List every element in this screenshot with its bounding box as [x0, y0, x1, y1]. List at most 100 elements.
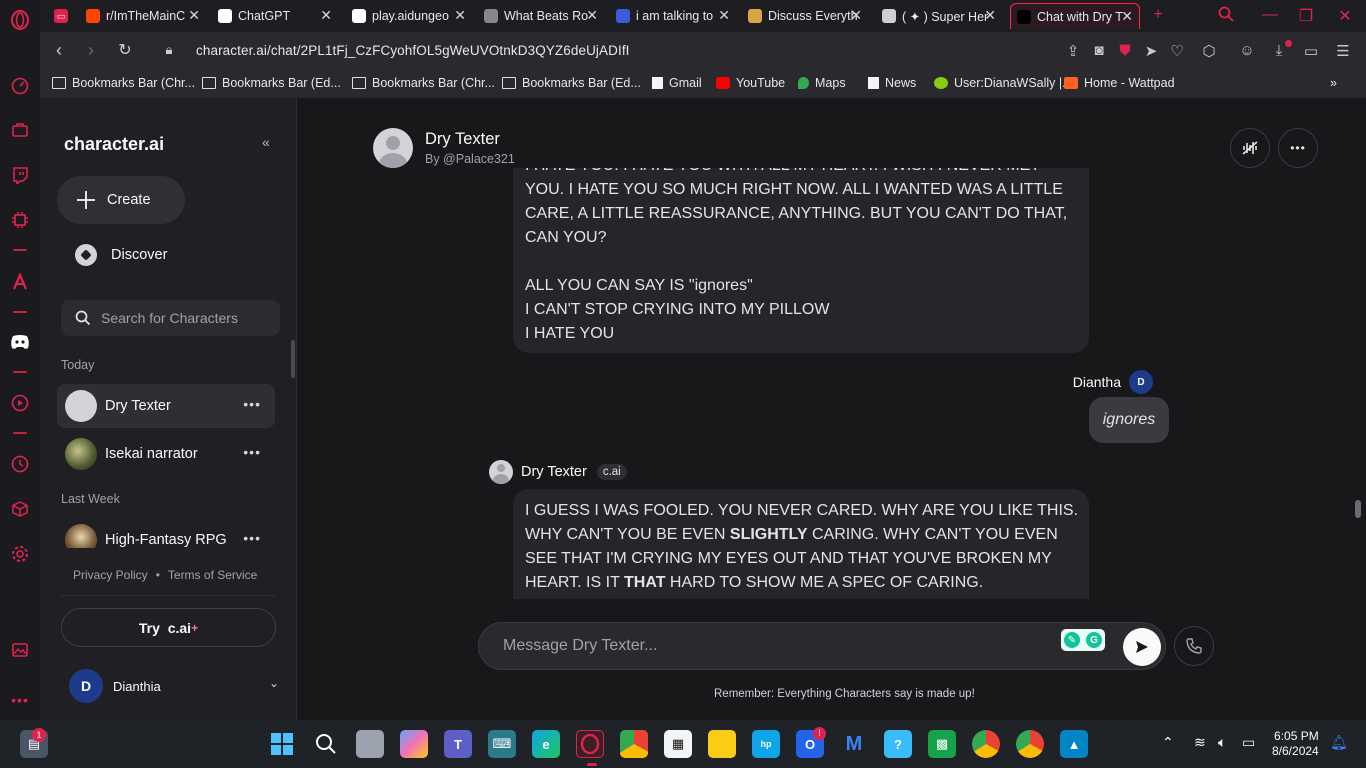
close-tab-icon[interactable]: ✕ — [850, 7, 862, 24]
creator-handle[interactable]: By @Palace321 — [425, 152, 515, 166]
cube-icon[interactable] — [8, 497, 32, 521]
tab-roblox[interactable]: ( ✦ ) Super Her ✕ — [876, 3, 1002, 29]
tab-reddit-icon[interactable]: ▭ — [48, 3, 80, 29]
teams-icon[interactable]: T — [444, 730, 472, 758]
new-tab-button[interactable]: + — [1148, 6, 1168, 24]
bookmark-item[interactable]: Home - Wattpad — [1064, 76, 1175, 90]
camera-icon[interactable]: ◙ — [1090, 42, 1108, 59]
profile-icon[interactable]: ☺ — [1238, 42, 1256, 59]
bookmark-item[interactable]: Bookmarks Bar (Chr... — [352, 76, 495, 90]
aria-icon[interactable] — [8, 270, 32, 294]
forward-button[interactable]: › — [80, 40, 102, 61]
voice-off-button[interactable] — [1230, 128, 1270, 168]
chrome-profile-icon[interactable] — [972, 730, 1000, 758]
terms-of-service-link[interactable]: Terms of Service — [168, 568, 257, 582]
share-icon[interactable]: ⇪ — [1064, 42, 1082, 60]
task-view-icon[interactable] — [356, 730, 384, 758]
app-logo[interactable]: character.ai — [64, 134, 164, 155]
microsoft-store-icon[interactable]: ▦ — [664, 730, 692, 758]
back-button[interactable]: ‹ — [48, 40, 70, 61]
sidebar-chat-dry-texter[interactable]: Dry Texter ••• — [57, 384, 275, 428]
tab-reddit[interactable]: r/ImTheMainC ✕ — [80, 3, 206, 29]
copilot-icon[interactable] — [400, 730, 428, 758]
easy-setup-icon[interactable]: ☰ — [1334, 42, 1352, 60]
tab-chatgpt[interactable]: ChatGPT ✕ — [212, 3, 338, 29]
extensions-cube-icon[interactable]: ⬡ — [1200, 42, 1218, 60]
grammarly-widget[interactable]: ✎ G — [1061, 629, 1105, 651]
help-icon[interactable]: ? — [884, 730, 912, 758]
bookmark-item[interactable]: News — [868, 76, 916, 90]
twitch-icon[interactable] — [8, 163, 32, 187]
chat-options-icon[interactable]: ••• — [243, 530, 261, 546]
photos-icon[interactable]: ▲ — [1060, 730, 1088, 758]
send-button[interactable] — [1123, 628, 1161, 666]
bookmark-item[interactable]: Gmail — [652, 76, 702, 90]
gallery-icon[interactable] — [8, 638, 32, 662]
opera-logo-icon[interactable] — [8, 8, 32, 32]
user-menu[interactable]: D Dianthia ⌄ — [69, 668, 279, 704]
adblock-shield-icon[interactable]: ⛊ — [1116, 42, 1134, 59]
character-avatar[interactable] — [373, 128, 413, 168]
discover-link[interactable]: Discover — [75, 244, 167, 266]
try-cai-plus-button[interactable]: Try c.ai + — [61, 608, 276, 647]
notification-bell-icon[interactable]: 🔔︎ — [1330, 734, 1348, 751]
sidebar-chat-high-fantasy-rpg[interactable]: High-Fantasy RPG ••• — [57, 518, 275, 548]
tab-rock[interactable]: What Beats Ro ✕ — [478, 3, 604, 29]
chat-scrollbar[interactable] — [1355, 500, 1361, 518]
send-flow-icon[interactable]: ➤ — [1142, 42, 1160, 60]
close-tab-icon[interactable]: ✕ — [188, 7, 200, 24]
create-button[interactable]: Create — [57, 176, 185, 224]
speed-dial-icon[interactable] — [8, 74, 32, 98]
bookmark-item[interactable]: Bookmarks Bar (Chr... — [52, 76, 195, 90]
tray-overflow-icon[interactable]: ⌃ — [1162, 734, 1174, 751]
close-tab-icon[interactable]: ✕ — [1121, 8, 1133, 25]
bookmark-item[interactable]: Bookmarks Bar (Ed... — [202, 76, 341, 90]
search-tabs-icon[interactable] — [1216, 6, 1236, 27]
chip-icon[interactable] — [8, 208, 32, 232]
close-tab-icon[interactable]: ✕ — [586, 7, 598, 24]
more-options-button[interactable]: ••• — [1278, 128, 1318, 168]
close-tab-icon[interactable]: ✕ — [718, 7, 730, 24]
sidebar-chat-isekai-narrator[interactable]: Isekai narrator ••• — [57, 432, 275, 476]
keyboard-app-icon[interactable]: ⌨ — [488, 730, 516, 758]
character-name[interactable]: Dry Texter — [425, 130, 515, 149]
minimize-button[interactable]: — — [1260, 6, 1280, 24]
chat-options-icon[interactable]: ••• — [243, 444, 261, 460]
history-icon[interactable] — [8, 452, 32, 476]
start-windows-icon[interactable] — [268, 730, 296, 758]
battery-saver-icon[interactable]: ▭ — [1302, 42, 1320, 60]
url-field[interactable]: character.ai/chat/2PL1tFj_CzFCyohfOL5gWe… — [196, 43, 630, 58]
tab-discuss[interactable]: Discuss Everyth ✕ — [742, 3, 868, 29]
file-explorer-icon[interactable] — [708, 730, 736, 758]
tab-diamond[interactable]: i am talking to ✕ — [610, 3, 736, 29]
lock-icon[interactable]: 🔒︎ — [158, 42, 180, 58]
close-tab-icon[interactable]: ✕ — [320, 7, 332, 24]
tab-aidungeon[interactable]: play.aidungeo ✕ — [346, 3, 472, 29]
bookmark-item[interactable]: YouTube — [716, 76, 785, 90]
wifi-icon[interactable]: ≋ — [1194, 734, 1206, 751]
hp-icon[interactable]: hp — [752, 730, 780, 758]
discord-icon[interactable] — [8, 330, 32, 354]
close-tab-icon[interactable]: ✕ — [984, 7, 996, 24]
edge-icon[interactable]: e — [532, 730, 560, 758]
bookmark-item[interactable]: User:DianaWSally |... — [934, 76, 1073, 90]
bookmarks-overflow-icon[interactable]: » — [1330, 76, 1337, 90]
more-options-icon[interactable]: ••• — [8, 688, 32, 712]
search-taskbar-icon[interactable] — [312, 730, 340, 758]
chrome-icon[interactable] — [620, 730, 648, 758]
message-input[interactable]: Message Dry Texter... ✎ G — [478, 622, 1166, 670]
briefcase-icon[interactable] — [8, 118, 32, 142]
tab-cai[interactable]: Chat with Dry T ✕ — [1010, 3, 1140, 29]
close-tab-icon[interactable]: ✕ — [454, 7, 466, 24]
chrome-profile-icon[interactable] — [1016, 730, 1044, 758]
call-button[interactable] — [1174, 626, 1214, 666]
reload-button[interactable]: ↻ — [114, 40, 136, 60]
settings-gear-icon[interactable] — [8, 542, 32, 566]
search-characters-input[interactable]: Search for Characters — [61, 300, 280, 336]
malwarebytes-icon[interactable]: M — [840, 730, 868, 758]
opera-taskbar-icon[interactable] — [576, 730, 604, 758]
close-window-button[interactable]: ✕ — [1335, 6, 1355, 26]
volume-icon[interactable]: 🔈︎ — [1218, 734, 1226, 751]
privacy-policy-link[interactable]: Privacy Policy — [73, 568, 148, 582]
sidebar-scrollbar[interactable] — [291, 340, 295, 378]
